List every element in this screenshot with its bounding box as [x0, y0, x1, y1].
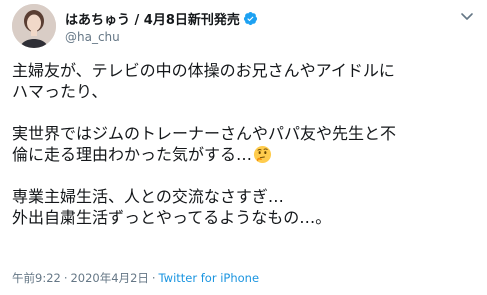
meta-separator: · [151, 271, 156, 285]
tweet-line: 実世界ではジムのトレーナーさんやパパ友や先生と不 [12, 124, 397, 143]
tweet-meta: 午前9:22 · 2020年4月2日 · Twitter for iPhone [12, 270, 259, 286]
profile-photo-icon [12, 4, 56, 48]
tweet-card: はあちゅう / 4月8日新刊発売 @ha_chu 主婦友が、テレビの中の体操のお… [0, 0, 487, 295]
meta-separator: · [63, 271, 68, 285]
thinking-face-icon [253, 145, 272, 164]
tweet-line: 外出自粛生活ずっとやってるようなもの…。 [12, 208, 332, 227]
tweet-line: ハマったり、 [12, 82, 108, 101]
user-names: はあちゅう / 4月8日新刊発売 @ha_chu [65, 9, 258, 44]
tweet-date[interactable]: 2020年4月2日 [70, 270, 148, 286]
name-row: はあちゅう / 4月8日新刊発売 [65, 9, 258, 28]
chevron-down-icon[interactable] [459, 8, 475, 24]
verified-badge-icon [243, 11, 258, 26]
tweet-time[interactable]: 午前9:22 [12, 270, 61, 286]
display-name[interactable]: はあちゅう / 4月8日新刊発売 [65, 9, 240, 28]
tweet-header: はあちゅう / 4月8日新刊発売 @ha_chu [12, 4, 258, 48]
tweet-line: 専業主婦生活、人との交流なさすぎ… [12, 187, 284, 206]
avatar[interactable] [12, 4, 56, 48]
tweet-text: 主婦友が、テレビの中の体操のお兄さんやアイドルに ハマったり、 実世界ではジムの… [12, 60, 478, 228]
tweet-source-link[interactable]: Twitter for iPhone [159, 271, 260, 285]
user-handle[interactable]: @ha_chu [65, 30, 258, 44]
tweet-line: 倫に走る理由わかった気がする… [12, 145, 253, 164]
tweet-line: 主婦友が、テレビの中の体操のお兄さんやアイドルに [12, 61, 395, 80]
tweet-line-with-emoji: 倫に走る理由わかった気がする… [12, 144, 478, 165]
